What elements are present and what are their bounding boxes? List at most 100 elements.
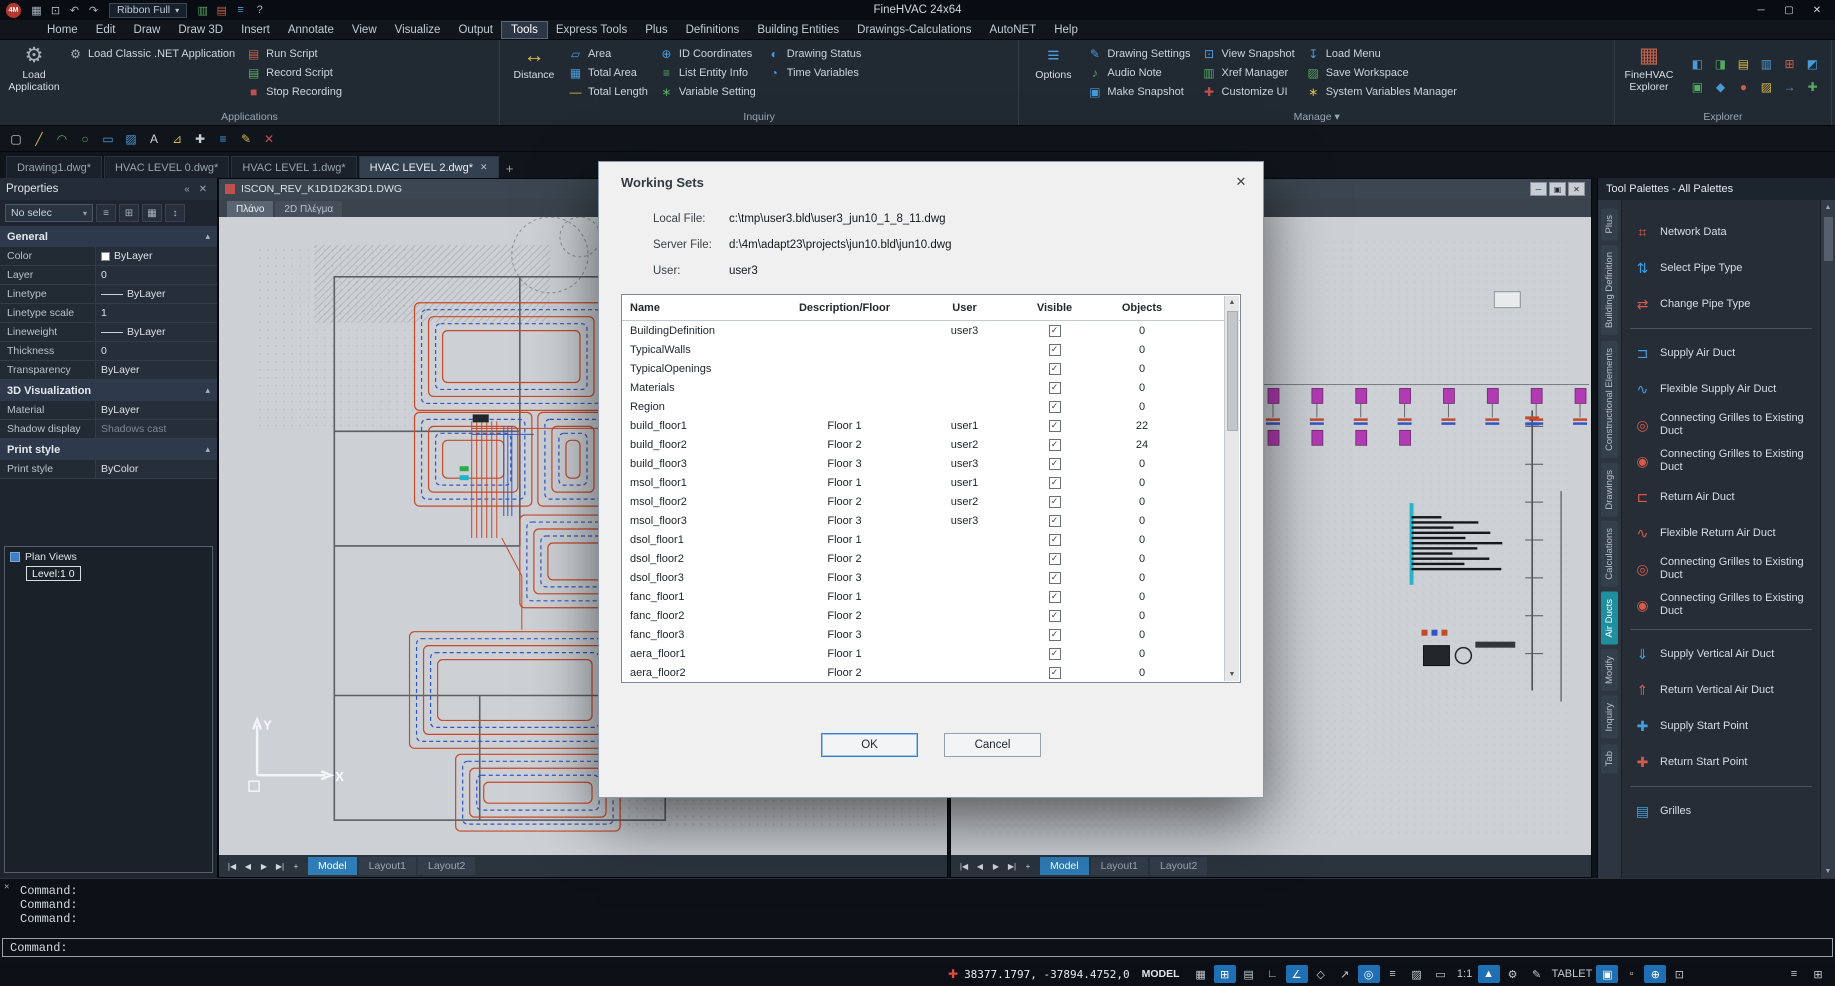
dock-panel-icon[interactable]: « — [179, 184, 195, 195]
ribbon-button[interactable]: ▤ Record Script — [244, 63, 349, 82]
palette-tab[interactable]: Modify — [1601, 649, 1618, 691]
palette-item[interactable]: ✚ Return Start Point — [1622, 744, 1820, 780]
visible-checkbox[interactable]: ✓ — [1049, 477, 1061, 489]
palette-tab[interactable]: Drawings — [1601, 463, 1618, 517]
property-row[interactable]: Print style ByColor — [0, 460, 217, 479]
palette-item[interactable]: ⊏ Return Air Duct — [1622, 479, 1820, 515]
close-icon[interactable]: ✕ — [4, 882, 9, 892]
ok-button[interactable]: OK — [821, 733, 918, 757]
ribbon-button[interactable]: ◐ Drawing Status — [765, 44, 869, 63]
visible-checkbox[interactable]: ✓ — [1049, 344, 1061, 356]
quick-select-icon[interactable]: ⊞ — [119, 204, 139, 222]
palette-item[interactable]: ✚ Supply Start Point — [1622, 708, 1820, 744]
close-window-button[interactable]: ✕ — [1568, 182, 1585, 196]
scroll-down-icon[interactable]: ▼ — [1825, 864, 1832, 878]
menu-item[interactable]: Visualize — [386, 22, 450, 38]
hatch-tool-icon[interactable]: ▨ — [121, 129, 141, 149]
ribbon-button[interactable]: ↧ Load Menu — [1304, 44, 1464, 63]
layout-nav-arrow[interactable]: + — [1020, 858, 1036, 874]
visible-checkbox[interactable]: ✓ — [1049, 648, 1061, 660]
layout-nav-arrow[interactable]: ▶ — [988, 858, 1004, 874]
palette-item[interactable]: ⊐ Supply Air Duct — [1622, 335, 1820, 371]
lineweight-icon[interactable]: ≡ — [1382, 965, 1404, 983]
palette-item[interactable] — [1630, 629, 1812, 630]
explorer-tool-icon[interactable]: ● — [1733, 77, 1754, 98]
ribbon-button[interactable]: ― Total Length — [566, 82, 655, 101]
menu-item[interactable]: Express Tools — [547, 22, 636, 38]
menu-item[interactable]: View — [343, 22, 386, 38]
plan-views-root[interactable]: Plan Views — [10, 551, 207, 563]
menu-item[interactable]: Drawings-Calculations — [848, 22, 980, 38]
palette-tab[interactable]: Plus — [1601, 208, 1618, 240]
minimize-window-button[interactable]: ─ — [1530, 182, 1547, 196]
layout-tab[interactable]: Layout2 — [418, 857, 475, 875]
menu-item[interactable]: Edit — [87, 22, 125, 38]
layout-tab[interactable]: Model — [1040, 857, 1089, 875]
visible-checkbox[interactable]: ✓ — [1049, 363, 1061, 375]
circle-tool-icon[interactable]: ○ — [75, 129, 95, 149]
property-row[interactable]: Shadow display Shadows cast — [0, 420, 217, 439]
redo-icon[interactable]: ↷ — [84, 2, 103, 18]
isolate-objects-icon[interactable]: ⊕ — [1644, 965, 1666, 983]
menu-item[interactable]: Annotate — [279, 22, 343, 38]
scroll-up-icon[interactable]: ▲ — [1229, 296, 1236, 309]
property-row[interactable]: Material ByLayer — [0, 401, 217, 420]
object-snap-tracking-icon[interactable]: ↗ — [1334, 965, 1356, 983]
menu-item[interactable]: Tools — [502, 22, 547, 38]
menu-item[interactable]: Draw — [125, 22, 170, 38]
palette-tab[interactable]: Air Ducts — [1601, 592, 1618, 645]
line-tool-icon[interactable]: ╱ — [29, 129, 49, 149]
command-input[interactable]: Command: — [2, 938, 1833, 957]
model-space-indicator[interactable]: MODEL — [1142, 968, 1180, 980]
explorer-tool-icon[interactable]: ▤ — [1733, 54, 1754, 75]
visible-checkbox[interactable]: ✓ — [1049, 439, 1061, 451]
visible-checkbox[interactable]: ✓ — [1049, 534, 1061, 546]
ribbon-button[interactable]: ▦ Total Area — [566, 63, 655, 82]
ribbon-button[interactable]: ✎ Drawing Settings — [1085, 44, 1197, 63]
layout-nav-arrow[interactable]: |◀ — [956, 858, 972, 874]
table-row[interactable]: aera_floor1 Floor 1 ✓ 0 — [622, 644, 1240, 663]
table-row[interactable]: Materials ✓ 0 — [622, 378, 1240, 397]
explorer-tool-icon[interactable]: ◆ — [1710, 77, 1731, 98]
palette-item[interactable]: ◎ Connecting Grilles to Existing Duct — [1622, 407, 1820, 443]
layers-icon[interactable]: ≡ — [231, 2, 250, 18]
palette-tab[interactable]: Inquiry — [1601, 696, 1618, 739]
property-row[interactable]: Linetype ByLayer — [0, 285, 217, 304]
table-row[interactable]: msol_floor3 Floor 3 user3 ✓ 0 — [622, 511, 1240, 530]
new-drawing-tab-button[interactable]: + — [501, 158, 519, 178]
pickadd-toggle-icon[interactable]: ↕ — [165, 204, 185, 222]
ribbon-button[interactable]: ✚ Customize UI — [1200, 82, 1302, 101]
visible-checkbox[interactable]: ✓ — [1049, 591, 1061, 603]
properties-section-header[interactable]: Print style ▴ — [0, 439, 217, 460]
workspace-icon[interactable]: ⚙ — [1502, 965, 1524, 983]
quick-properties-icon[interactable]: ▣ — [1596, 965, 1618, 983]
close-icon[interactable]: ✕ — [1231, 173, 1251, 191]
table-row[interactable]: fanc_floor3 Floor 3 ✓ 0 — [622, 625, 1240, 644]
scroll-down-icon[interactable]: ▼ — [1229, 668, 1236, 681]
layout-tab[interactable]: Layout1 — [1091, 857, 1148, 875]
palette-item[interactable]: ⇅ Select Pipe Type — [1622, 250, 1820, 286]
visible-checkbox[interactable]: ✓ — [1049, 496, 1061, 508]
property-row[interactable]: Layer 0 — [0, 266, 217, 285]
object-snap-icon[interactable]: ◎ — [1358, 965, 1380, 983]
view-tab[interactable]: Πλάνο — [227, 201, 273, 217]
annotation-scale-icon[interactable]: ▲ — [1478, 965, 1500, 983]
menu-item[interactable]: Help — [1045, 22, 1087, 38]
table-row[interactable]: dsol_floor3 Floor 3 ✓ 0 — [622, 568, 1240, 587]
property-row[interactable]: Lineweight ByLayer — [0, 323, 217, 342]
tablet-indicator[interactable]: TABLET — [1550, 965, 1595, 983]
menu-item[interactable]: Draw 3D — [169, 22, 232, 38]
layout-nav-arrow[interactable]: |◀ — [224, 858, 240, 874]
maximize-button[interactable]: ▢ — [1775, 2, 1803, 18]
palette-item[interactable]: ◉ Connecting Grilles to Existing Duct — [1622, 587, 1820, 623]
close-panel-icon[interactable]: ✕ — [195, 184, 211, 195]
ribbon-button[interactable]: ▣ Make Snapshot — [1085, 82, 1197, 101]
table-row[interactable]: BuildingDefinition user3 ✓ 0 — [622, 321, 1240, 340]
restore-window-button[interactable]: ▣ — [1549, 182, 1566, 196]
scrollbar-thumb[interactable] — [1824, 217, 1833, 261]
palette-item[interactable] — [1630, 328, 1812, 329]
explorer-tool-icon[interactable]: ◨ — [1710, 54, 1731, 75]
visible-checkbox[interactable]: ✓ — [1049, 515, 1061, 527]
snap-mode-icon[interactable]: ⊞ — [1214, 965, 1236, 983]
infer-constraints-icon[interactable]: ▦ — [1190, 965, 1212, 983]
